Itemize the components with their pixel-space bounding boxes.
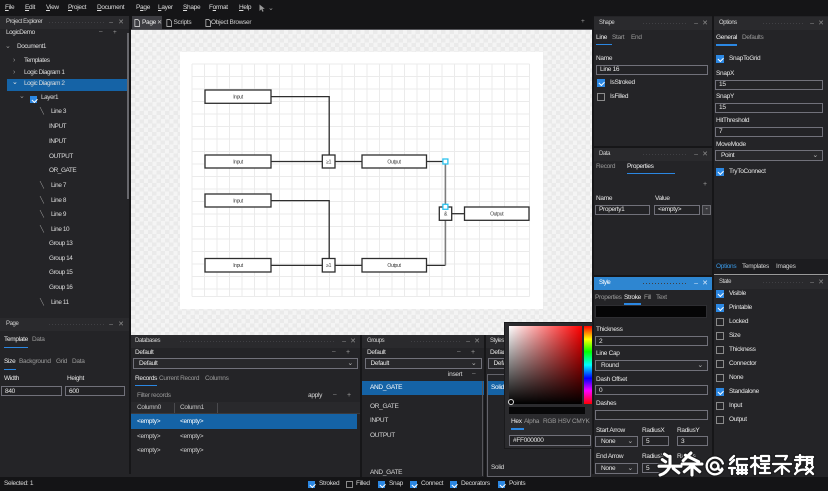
svg-text:Input: Input xyxy=(233,263,244,269)
svg-text:Output: Output xyxy=(490,212,504,218)
svg-text:≥1: ≥1 xyxy=(326,160,331,166)
svg-text:≥1: ≥1 xyxy=(326,263,331,269)
svg-text:Output: Output xyxy=(387,160,401,166)
svg-text:Input: Input xyxy=(233,199,244,205)
svg-text:Input: Input xyxy=(233,160,244,166)
svg-text:Input: Input xyxy=(233,95,244,101)
svg-text:Output: Output xyxy=(387,263,401,269)
